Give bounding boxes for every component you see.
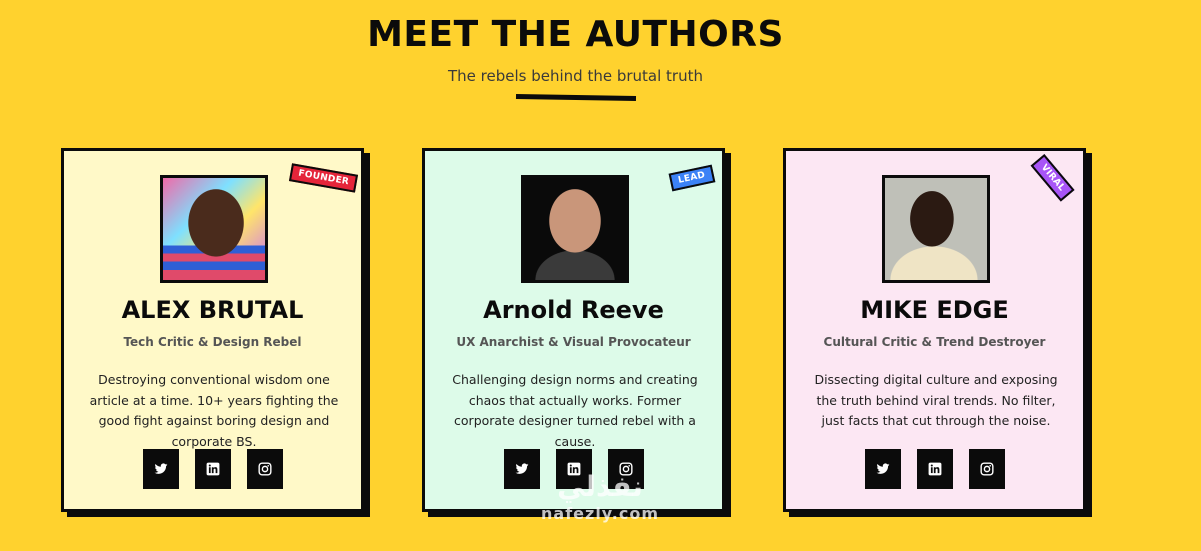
author-bio: Challenging design norms and creating ch… xyxy=(452,372,698,449)
twitter-link[interactable] xyxy=(142,449,179,489)
founder-badge: FOUNDER xyxy=(288,163,359,193)
author-avatar xyxy=(882,175,990,283)
author-bio: Dissecting digital culture and exposing … xyxy=(814,372,1058,428)
author-role: UX Anarchist & Visual Provocateur xyxy=(456,335,691,349)
author-role: Tech Critic & Design Rebel xyxy=(123,335,302,349)
author-card: LEAD Arnold Reeve UX Anarchist & Visual … xyxy=(422,148,725,512)
twitter-icon xyxy=(876,463,889,474)
instagram-icon xyxy=(257,462,272,476)
linkedin-icon xyxy=(206,462,219,476)
author-name: Arnold Reeve xyxy=(483,296,664,324)
author-avatar xyxy=(160,175,268,283)
author-bio: Destroying conventional wisdom one artic… xyxy=(89,372,339,449)
watermark-arabic: نفذلي xyxy=(557,470,643,503)
author-role: Cultural Critic & Trend Destroyer xyxy=(823,335,1046,349)
instagram-link[interactable] xyxy=(246,449,283,489)
watermark-latin: nafezly.com xyxy=(541,504,659,523)
instagram-icon xyxy=(979,462,994,476)
twitter-link[interactable] xyxy=(864,449,901,489)
section-subtitle: The rebels behind the brutal truth xyxy=(448,67,703,85)
author-avatar xyxy=(521,175,629,283)
social-links xyxy=(786,449,1083,489)
linkedin-icon xyxy=(928,462,941,476)
linkedin-link[interactable] xyxy=(916,449,953,489)
author-name: ALEX BRUTAL xyxy=(121,296,304,324)
social-links xyxy=(64,449,361,489)
author-card: VIRAL MIKE EDGE Cultural Critic & Trend … xyxy=(783,148,1086,512)
section-title: MEET THE AUTHORS xyxy=(367,14,784,55)
author-name: MIKE EDGE xyxy=(860,296,1009,324)
watermark: نفذلي nafezly.com xyxy=(520,470,680,524)
twitter-icon xyxy=(154,463,167,474)
lead-badge: LEAD xyxy=(668,164,715,192)
title-underline xyxy=(515,93,637,102)
instagram-link[interactable] xyxy=(968,449,1005,489)
linkedin-link[interactable] xyxy=(194,449,231,489)
author-card: FOUNDER ALEX BRUTAL Tech Critic & Design… xyxy=(61,148,364,512)
viral-badge: VIRAL xyxy=(1030,154,1075,202)
